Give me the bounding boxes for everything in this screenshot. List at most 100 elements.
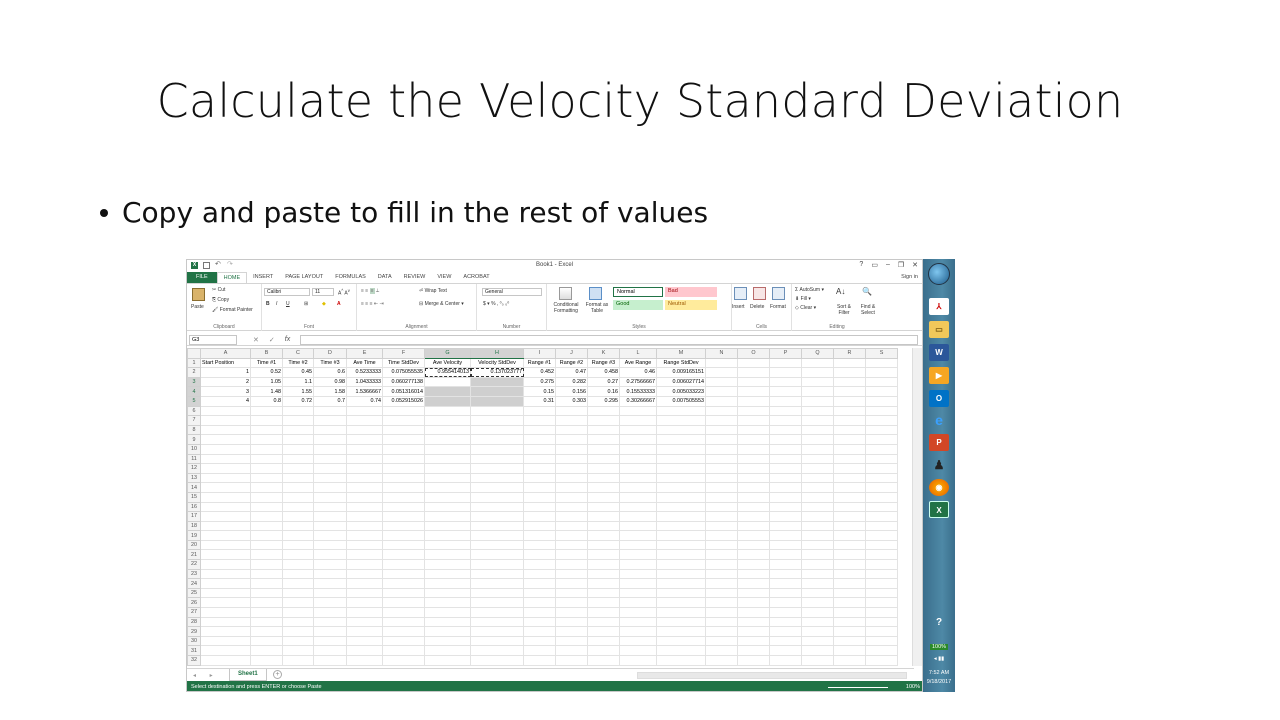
cell-f29[interactable] [382,626,425,637]
row-header[interactable]: 11 [187,453,201,465]
cell-c17[interactable] [282,511,314,522]
cell-f26[interactable] [382,597,425,609]
cell-f22[interactable] [382,559,425,570]
cell-g9[interactable] [424,434,471,445]
cell-f30[interactable] [382,635,425,647]
cell-s24[interactable] [865,578,898,589]
cell-c20[interactable] [282,539,314,551]
cell-f11[interactable] [382,453,425,465]
cell-q19[interactable] [801,530,834,541]
cell-p30[interactable] [769,635,802,647]
format-cells-icon[interactable] [772,287,785,300]
cell-n9[interactable] [705,434,738,445]
cell-q7[interactable] [801,415,834,426]
cell-d10[interactable] [313,443,347,455]
battery-indicator[interactable]: 100% [923,644,955,650]
cell-h26[interactable] [470,597,524,609]
cell-n18[interactable] [705,520,738,532]
cell-n1[interactable] [705,357,738,369]
cell-r12[interactable] [833,463,866,474]
cell-a32[interactable] [200,655,251,666]
cell-h16[interactable] [470,501,524,513]
cell-e3[interactable]: 1.0433333 [346,376,383,388]
cell-i30[interactable] [523,635,556,647]
column-header-o[interactable]: O [737,348,770,359]
cell-q30[interactable] [801,635,834,647]
help-tray-icon[interactable]: ? [929,614,949,631]
cell-s10[interactable] [865,443,898,455]
cell-r29[interactable] [833,626,866,637]
cell-s26[interactable] [865,597,898,609]
cell-f32[interactable] [382,655,425,666]
cell-l31[interactable] [619,645,657,656]
cell-c23[interactable] [282,568,314,580]
row-header[interactable]: 3 [187,376,201,388]
cell-m6[interactable] [656,405,706,417]
cell-n4[interactable] [705,386,738,397]
cell-k5[interactable]: 0.295 [587,395,620,407]
cell-b14[interactable] [250,482,283,493]
cell-b31[interactable] [250,645,283,656]
number-format-select[interactable]: General [482,288,542,296]
cell-i27[interactable] [523,607,556,618]
cell-s7[interactable] [865,415,898,426]
cell-r21[interactable] [833,549,866,561]
tab-acrobat[interactable]: ACROBAT [457,272,495,283]
cell-h10[interactable] [470,443,524,455]
cell-i1[interactable]: Range #1 [523,357,556,369]
cell-i17[interactable] [523,511,556,522]
cell-o19[interactable] [737,530,770,541]
cell-h6[interactable] [470,405,524,417]
cell-e21[interactable] [346,549,383,561]
cell-d2[interactable]: 0.6 [313,367,347,378]
cell-h18[interactable] [470,520,524,532]
cell-f14[interactable] [382,482,425,493]
cell-s29[interactable] [865,626,898,637]
cell-q6[interactable] [801,405,834,417]
cell-o15[interactable] [737,491,770,503]
cell-q18[interactable] [801,520,834,532]
cell-j26[interactable] [555,597,588,609]
font-grow-icon[interactable]: A^ Av [338,288,350,297]
cell-m10[interactable] [656,443,706,455]
cell-g10[interactable] [424,443,471,455]
cell-a4[interactable]: 3 [200,386,251,397]
column-header-a[interactable]: A [200,348,251,359]
cell-g14[interactable] [424,482,471,493]
cell-r10[interactable] [833,443,866,455]
cell-o6[interactable] [737,405,770,417]
cell-c12[interactable] [282,463,314,474]
cell-q16[interactable] [801,501,834,513]
cell-h7[interactable] [470,415,524,426]
style-normal[interactable]: Normal [613,287,663,297]
cell-k23[interactable] [587,568,620,580]
cell-p19[interactable] [769,530,802,541]
cell-k29[interactable] [587,626,620,637]
cell-r31[interactable] [833,645,866,656]
cell-b15[interactable] [250,491,283,503]
cell-g5[interactable] [424,395,471,407]
cell-s11[interactable] [865,453,898,465]
sort-filter-button[interactable]: Sort & Filter [832,304,856,316]
cell-r3[interactable] [833,376,866,388]
cell-p26[interactable] [769,597,802,609]
cell-d22[interactable] [313,559,347,570]
cell-b4[interactable]: 1.48 [250,386,283,397]
cell-a21[interactable] [200,549,251,561]
cell-g21[interactable] [424,549,471,561]
cell-m7[interactable] [656,415,706,426]
cell-s20[interactable] [865,539,898,551]
cell-l9[interactable] [619,434,657,445]
cell-a2[interactable]: 1 [200,367,251,378]
cell-e27[interactable] [346,607,383,618]
cell-i13[interactable] [523,472,556,484]
cell-l16[interactable] [619,501,657,513]
cell-q28[interactable] [801,616,834,628]
cell-j9[interactable] [555,434,588,445]
cell-j20[interactable] [555,539,588,551]
cell-i8[interactable] [523,424,556,436]
cell-k32[interactable] [587,655,620,666]
cell-l25[interactable] [619,587,657,599]
cell-h12[interactable] [470,463,524,474]
cell-j4[interactable]: 0.156 [555,386,588,397]
